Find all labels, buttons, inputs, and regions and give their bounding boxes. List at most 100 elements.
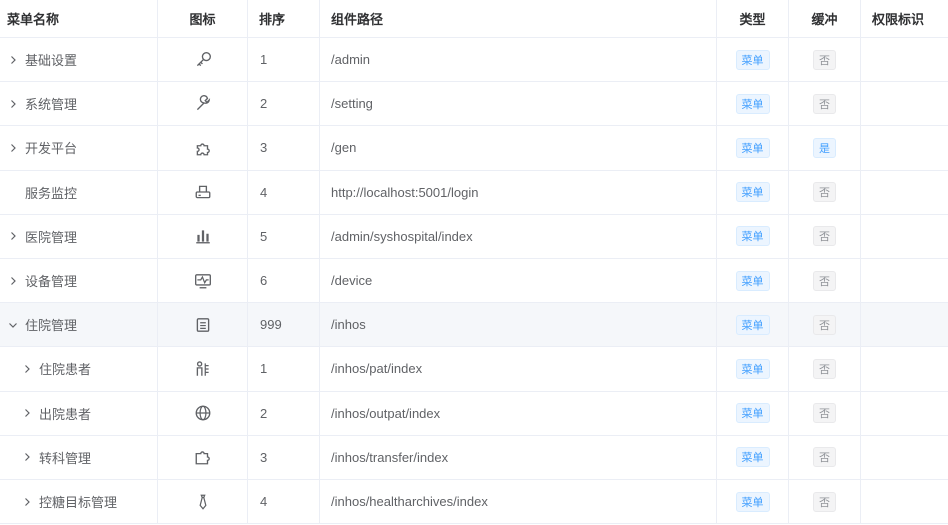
table-row[interactable]: 住院管理 999/inhos 菜单 否: [0, 303, 948, 348]
cache-tag: 否: [813, 270, 836, 291]
cache-tag: 否: [813, 182, 836, 203]
expand-chevron-icon[interactable]: [8, 231, 20, 241]
table-row[interactable]: 转科管理 3/inhos/transfer/index 菜单 否: [0, 435, 948, 480]
cache-cell: 否: [789, 82, 861, 126]
cache-tag: 否: [813, 447, 836, 468]
table-row[interactable]: 出院患者 2/inhos/outpat/index 菜单 否: [0, 391, 948, 436]
table-row[interactable]: 服务监控 4 http://localhost:5001/login 菜单 否: [0, 170, 948, 215]
sort-cell: 1: [248, 347, 320, 391]
cache-cell: 是: [789, 126, 861, 170]
path-cell: /inhos/outpat/index: [320, 391, 717, 435]
cache-cell: 否: [789, 435, 861, 479]
icon-cell: [158, 391, 248, 435]
icon-cell: [158, 480, 248, 524]
expand-chevron-icon[interactable]: [22, 408, 34, 418]
icon-cell: [158, 347, 248, 391]
bar-chart-icon: [195, 230, 210, 244]
table-row[interactable]: 系统管理 2/setting 菜单 否: [0, 82, 948, 127]
sort-cell: 5: [248, 214, 320, 258]
icon-cell: [158, 303, 248, 347]
icon-cell: [158, 214, 248, 258]
icon-cell: [158, 259, 248, 303]
type-tag: 菜单: [735, 491, 770, 512]
type-tag: 菜单: [735, 270, 770, 291]
type-cell: 菜单: [717, 480, 789, 524]
header-icon: 图标: [158, 0, 248, 37]
perm-cell: [861, 215, 948, 258]
expand-chevron-icon[interactable]: [8, 55, 20, 65]
name-cell: 系统管理: [0, 82, 158, 126]
name-cell: 出院患者: [0, 391, 158, 435]
perm-cell: [861, 392, 948, 435]
menu-name: 转科管理: [39, 450, 92, 466]
cache-tag: 否: [813, 403, 836, 424]
type-tag: 菜单: [735, 314, 770, 335]
type-tag: 菜单: [735, 137, 770, 158]
perm-cell: [861, 436, 948, 479]
icon-cell: [158, 170, 248, 214]
expand-chevron-icon[interactable]: [22, 497, 34, 507]
cache-cell: 否: [789, 259, 861, 303]
menu-name: 住院患者: [39, 362, 92, 378]
type-cell: 菜单: [717, 391, 789, 435]
expand-chevron-icon[interactable]: [22, 452, 34, 462]
plugin-icon: [195, 451, 210, 465]
sort-cell: 1: [248, 38, 320, 82]
cache-cell: 否: [789, 347, 861, 391]
expand-chevron-icon[interactable]: [22, 364, 34, 374]
menu-name: 控糖目标管理: [39, 495, 118, 511]
type-tag: 菜单: [735, 49, 770, 70]
type-tag: 菜单: [735, 93, 770, 114]
type-tag: 菜单: [735, 403, 770, 424]
cache-tag: 否: [813, 314, 836, 335]
sort-cell: 4: [248, 170, 320, 214]
type-cell: 菜单: [717, 303, 789, 347]
sort-cell: 2: [248, 391, 320, 435]
type-cell: 菜单: [717, 259, 789, 303]
menu-name: 服务监控: [25, 185, 78, 201]
expand-chevron-icon[interactable]: [8, 143, 20, 153]
path-cell: http://localhost:5001/login: [320, 170, 717, 214]
type-cell: 菜单: [717, 170, 789, 214]
table-row[interactable]: 基础设置 1/admin 菜单 否: [0, 38, 948, 83]
expand-chevron-icon[interactable]: [8, 99, 20, 109]
printer-icon: [195, 185, 210, 199]
name-cell: 服务监控: [0, 170, 158, 214]
sort-cell: 4: [248, 480, 320, 524]
icon-cell: [158, 435, 248, 479]
expand-chevron-icon[interactable]: [8, 276, 20, 286]
menu-name: 开发平台: [25, 141, 78, 157]
path-cell: /inhos: [320, 303, 717, 347]
table-row[interactable]: 开发平台 3/gen 菜单 是: [0, 126, 948, 171]
cache-tag: 否: [813, 93, 836, 114]
type-cell: 菜单: [717, 435, 789, 479]
perm-cell: [861, 303, 948, 346]
type-tag: 菜单: [735, 182, 770, 203]
type-tag: 菜单: [735, 447, 770, 468]
type-cell: 菜单: [717, 126, 789, 170]
sort-cell: 3: [248, 126, 320, 170]
header-cache: 缓冲: [789, 0, 861, 37]
name-cell: 设备管理: [0, 259, 158, 303]
cache-tag: 否: [813, 49, 836, 70]
menu-name: 系统管理: [25, 97, 78, 113]
table-row[interactable]: 设备管理 6/device 菜单 否: [0, 259, 948, 304]
cache-tag: 否: [813, 358, 836, 379]
sort-cell: 6: [248, 259, 320, 303]
puzzle-icon: [196, 143, 210, 156]
cache-cell: 否: [789, 170, 861, 214]
cache-cell: 否: [789, 214, 861, 258]
header-path: 组件路径: [320, 0, 717, 37]
cache-cell: 否: [789, 303, 861, 347]
header-type: 类型: [717, 0, 789, 37]
collapse-chevron-icon[interactable]: [8, 320, 20, 330]
sort-cell: 3: [248, 435, 320, 479]
table-row[interactable]: 住院患者 1/inhos/pat/index 菜单 否: [0, 347, 948, 392]
patient-icon: [196, 361, 209, 376]
table-row[interactable]: 控糖目标管理 4/inhos/healtharchives/index 菜单 否: [0, 480, 948, 525]
key-icon: [196, 51, 211, 66]
perm-cell: [861, 480, 948, 523]
path-cell: /device: [320, 259, 717, 303]
name-cell: 控糖目标管理: [0, 480, 158, 524]
table-row[interactable]: 医院管理 5/admin/syshospital/index 菜单 否: [0, 214, 948, 259]
